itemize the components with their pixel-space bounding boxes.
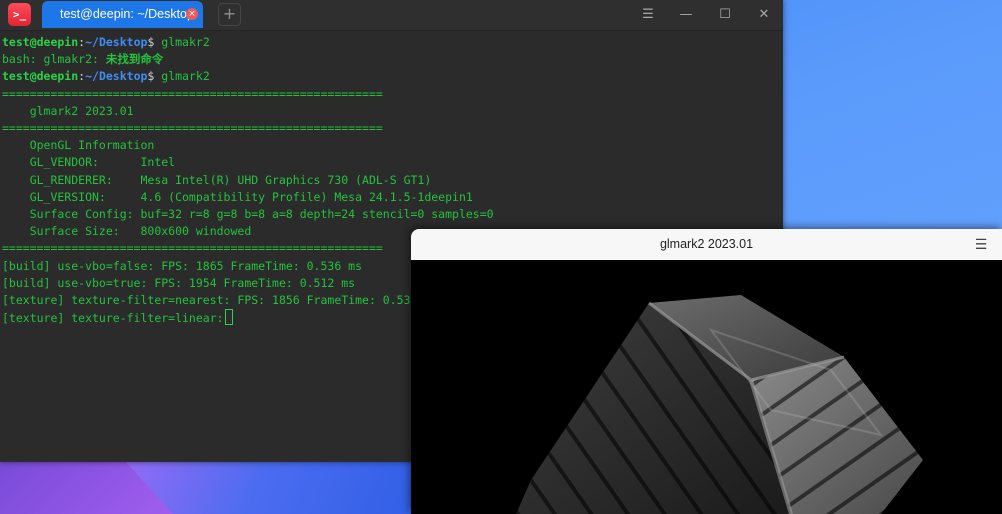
gl-version: GL_VERSION: 4.6 (Compatibility Profile) … [2,189,473,204]
surface-config: Surface Config: buf=32 r=8 g=8 b=8 a=8 d… [2,207,494,222]
tab-title: test@deepin: ~/Desktop [60,7,194,21]
minimize-icon[interactable]: — [674,3,698,27]
terminal-app-icon[interactable]: >_ [8,3,31,26]
render-canvas [411,260,1002,514]
close-icon[interactable]: ✕ [752,3,776,27]
maximize-icon[interactable]: ☐ [713,3,737,27]
terminal-line-cmd2: test@deepin:~/Desktop$ glmark2 [2,68,778,85]
glmark2-window[interactable]: glmark2 2023.01 ☰ [411,229,1002,514]
wooden-crate-render [516,295,923,514]
terminal-titlebar[interactable]: >_ test@deepin: ~/Desktop × + ☰ — ☐ ✕ [0,0,783,31]
tab-close-icon[interactable]: × [186,8,198,20]
menu-icon[interactable]: ☰ [971,235,991,255]
prompt-path: ~/Desktop [85,35,148,49]
glmark2-titlebar[interactable]: glmark2 2023.01 ☰ [411,229,1002,260]
terminal-line-cmd1: test@deepin:~/Desktop$ glmakr2 [2,34,778,51]
menu-icon[interactable]: ☰ [636,3,660,27]
terminal-cursor [224,309,233,326]
terminal-line-error: bash: glmakr2: 未找到命令 [2,51,778,68]
prompt-path: ~/Desktop [85,69,148,84]
command-text: glmakr2 [154,35,210,49]
benchmark-title: glmark2 2023.01 [2,103,134,118]
separator-line: ========================================… [2,86,383,101]
separator-line: ========================================… [2,121,383,136]
gl-renderer: GL_RENDERER: Mesa Intel(R) UHD Graphics … [2,172,432,187]
gl-vendor: GL_VENDOR: Intel [2,155,176,170]
gl-info-heading: OpenGL Information [2,138,155,153]
glmark2-title: glmark2 2023.01 [659,237,754,251]
terminal-tab[interactable]: test@deepin: ~/Desktop × [42,1,203,28]
error-prefix: bash: glmakr2: [2,52,106,67]
command-text: glmark2 [154,69,210,84]
prompt-user: test@deepin [2,69,79,84]
new-tab-button[interactable]: + [218,3,241,26]
error-message: 未找到命令 [105,52,164,67]
prompt-user: test@deepin [2,35,79,49]
result-texture-2-text: [texture] texture-filter=linear: [2,311,224,326]
